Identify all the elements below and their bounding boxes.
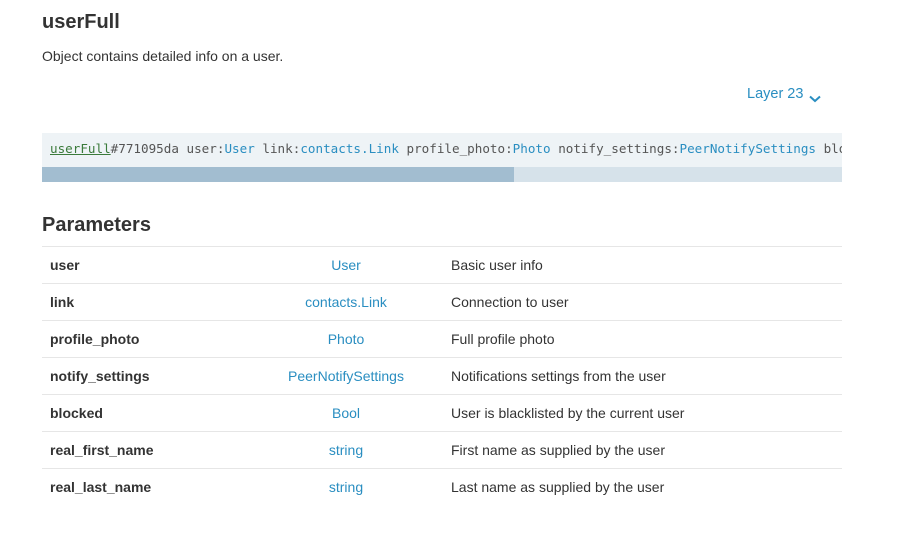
parameter-type-link[interactable]: string bbox=[329, 442, 363, 458]
code-scrollbar-thumb[interactable] bbox=[42, 167, 514, 182]
parameter-row: profile_photo Photo Full profile photo bbox=[42, 320, 842, 358]
parameters-table: user User Basic user info link contacts.Link… bbox=[42, 246, 842, 506]
parameter-row: link contacts.Link Connection to user bbox=[42, 283, 842, 321]
code-scrollbar[interactable] bbox=[42, 167, 842, 182]
parameter-name: notify_settings bbox=[50, 368, 150, 384]
parameter-type-cell: contacts.Link bbox=[242, 284, 450, 321]
schema-field-name: link bbox=[262, 141, 293, 156]
parameter-type-link[interactable]: string bbox=[329, 479, 363, 495]
schema-field-type-link[interactable]: User bbox=[224, 141, 254, 156]
parameter-type-cell: Photo bbox=[242, 321, 450, 358]
schema-field-name: user bbox=[186, 141, 217, 156]
layer-dropdown[interactable]: Layer 23 bbox=[747, 85, 822, 103]
parameter-description: First name as supplied by the user bbox=[451, 442, 665, 458]
schema-field: user:User bbox=[186, 141, 255, 156]
parameter-type-cell: Bool bbox=[242, 395, 450, 432]
parameter-type-link[interactable]: Photo bbox=[328, 331, 365, 347]
parameter-type-link[interactable]: PeerNotifySettings bbox=[288, 368, 404, 384]
parameters-table-body: user User Basic user info link contacts.Link… bbox=[42, 246, 842, 506]
parameter-type-cell: User bbox=[242, 247, 450, 284]
chevron-down-icon bbox=[809, 90, 822, 103]
schema-field-type-link[interactable]: PeerNotifySettings bbox=[680, 141, 816, 156]
schema-field: blocked:Bool bbox=[816, 141, 842, 156]
parameter-description: Connection to user bbox=[451, 294, 569, 310]
parameter-name: user bbox=[50, 257, 80, 273]
parameter-description: Full profile photo bbox=[451, 331, 555, 347]
layer-dropdown-label: Layer 23 bbox=[747, 86, 804, 102]
parameter-type-link[interactable]: contacts.Link bbox=[305, 294, 387, 310]
schema-constructor-link[interactable]: userFull bbox=[50, 141, 111, 156]
parameter-name: real_first_name bbox=[50, 442, 154, 458]
schema-field: link:contacts.Link bbox=[262, 141, 399, 156]
schema-field-type-link[interactable]: Photo bbox=[513, 141, 551, 156]
parameter-name: blocked bbox=[50, 405, 103, 421]
parameter-description: User is blacklisted by the current user bbox=[451, 405, 685, 421]
parameter-type-cell: string bbox=[242, 469, 450, 506]
parameter-row: user User Basic user info bbox=[42, 246, 842, 284]
parameter-name: profile_photo bbox=[50, 331, 140, 347]
parameter-description: Basic user info bbox=[451, 257, 543, 273]
page: userFull Object contains detailed info o… bbox=[0, 0, 900, 536]
schema-field: notify_settings:PeerNotifySettings bbox=[558, 141, 816, 156]
parameter-description: Last name as supplied by the user bbox=[451, 479, 665, 496]
schema-field-name: notify_settings bbox=[558, 141, 672, 156]
schema-field-name: blocked bbox=[823, 141, 842, 156]
parameter-row: real_last_name string Last name as supplie… bbox=[42, 468, 842, 506]
page-title: userFull bbox=[42, 11, 120, 33]
parameter-row: notify_settings PeerNotifySettings Notific… bbox=[42, 357, 842, 395]
page-description: Object contains detailed info on a user. bbox=[42, 48, 284, 64]
schema-code-block: userFull#771095da user:User link:contact… bbox=[42, 133, 842, 167]
parameter-name: real_last_name bbox=[50, 479, 152, 496]
parameter-type-link[interactable]: User bbox=[331, 257, 361, 273]
schema-fields: user:User link:contacts.Link profile_pho… bbox=[179, 141, 842, 156]
parameter-row: blocked Bool User is blacklisted by the cu… bbox=[42, 394, 842, 432]
parameter-type-cell: string bbox=[242, 432, 450, 469]
parameter-description: Notifications settings from the user bbox=[451, 368, 666, 384]
parameter-name: link bbox=[50, 294, 75, 310]
parameter-row: real_first_name string First name as suppl… bbox=[42, 431, 842, 469]
parameters-heading: Parameters bbox=[42, 214, 151, 236]
schema-field-name: profile_photo bbox=[406, 141, 506, 156]
schema-field-type-link[interactable]: contacts.Link bbox=[300, 141, 399, 156]
schema-code-line: userFull#771095da user:User link:contact… bbox=[50, 141, 842, 157]
parameter-type-cell: PeerNotifySettings bbox=[242, 358, 450, 395]
schema-constructor-id: #771095da bbox=[110, 141, 179, 156]
schema-field: profile_photo:Photo bbox=[406, 141, 551, 156]
parameter-type-link[interactable]: Bool bbox=[332, 405, 360, 421]
